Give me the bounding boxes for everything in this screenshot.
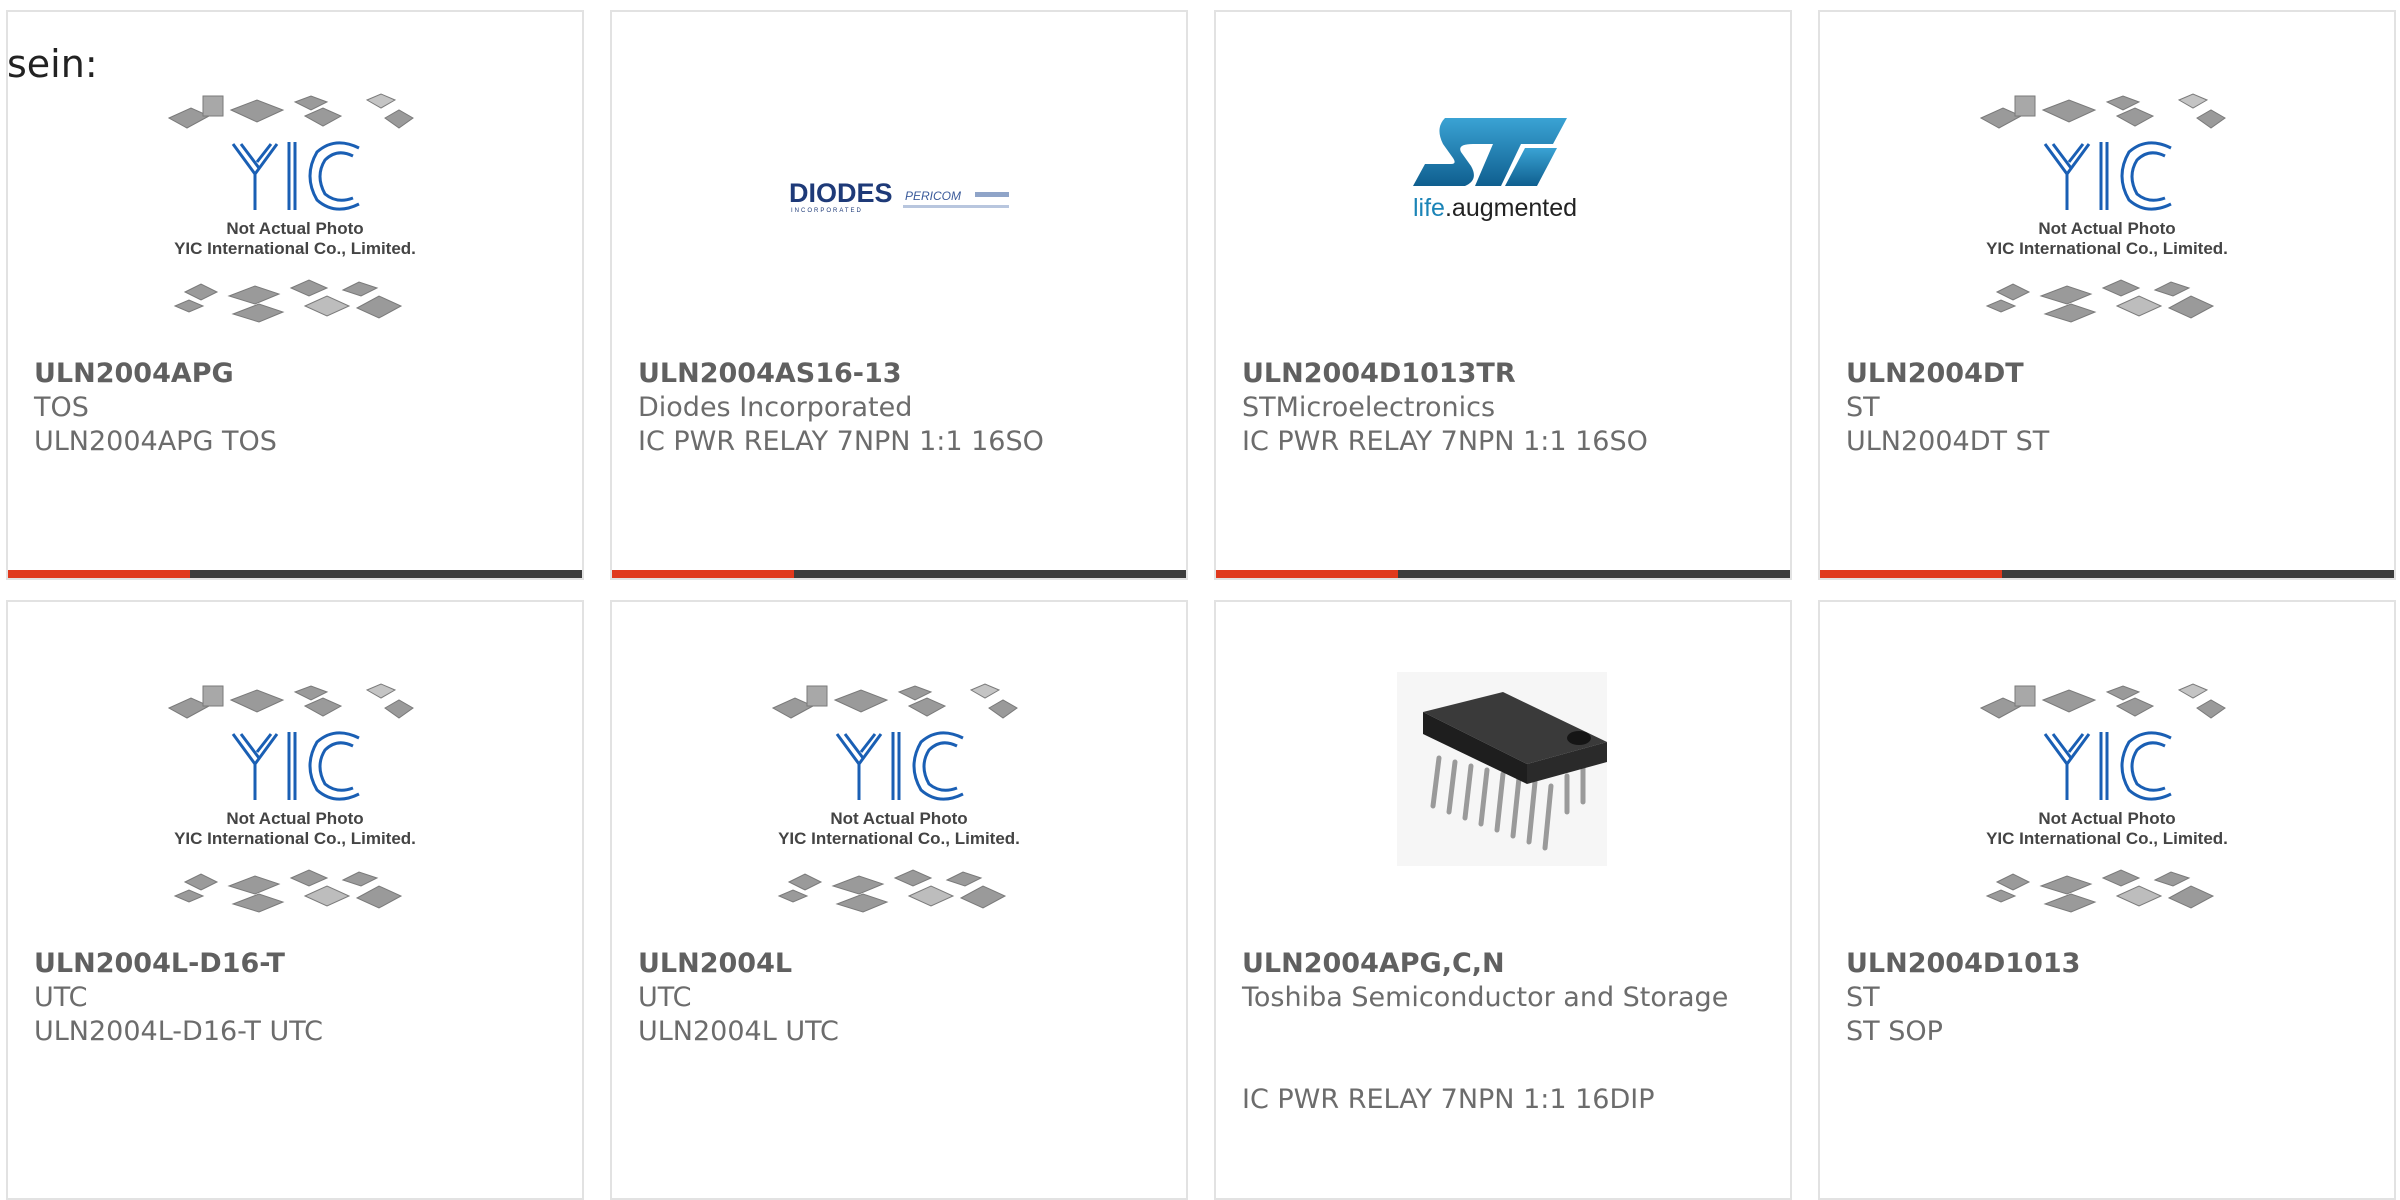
description: ST SOP <box>1846 1016 1943 1047</box>
yic-placeholder-image: Not Actual Photo YIC International Co., … <box>167 683 416 913</box>
product-card[interactable]: Not Actual Photo YIC International Co., … <box>610 600 1188 1200</box>
manufacturer: ST <box>1846 392 1880 423</box>
part-number[interactable]: ULN2004AS16-13 <box>638 357 902 391</box>
manufacturer: Toshiba Semiconductor and Storage <box>1242 982 1729 1013</box>
part-number[interactable]: ULN2004D1013TR <box>1242 357 1516 391</box>
intro-text: sein: <box>7 42 98 86</box>
st-logo: life.augmented <box>1413 118 1577 222</box>
not-actual-photo-text: Not Actual Photo <box>226 219 363 238</box>
card-bar-accent <box>8 570 190 578</box>
manufacturer: UTC <box>34 982 88 1013</box>
svg-text:INCORPORATED: INCORPORATED <box>791 208 863 214</box>
product-image[interactable]: Not Actual Photo YIC International Co., … <box>8 82 582 354</box>
yic-placeholder-image: Not Actual Photo YIC International Co., … <box>1979 93 2228 323</box>
product-card[interactable]: Not Actual Photo YIC International Co., … <box>1818 600 2396 1200</box>
description: ULN2004DT ST <box>1846 426 2050 457</box>
dip16-chip-photo <box>1397 672 1607 866</box>
part-number[interactable]: ULN2004L <box>638 947 792 981</box>
product-image[interactable]: Not Actual Photo YIC International Co., … <box>612 672 1186 944</box>
card-bar-accent <box>1820 570 2002 578</box>
card-bar <box>1820 570 2394 578</box>
yic-company-text: YIC International Co., Limited. <box>1986 239 2228 258</box>
description: ULN2004L-D16-T UTC <box>34 1016 324 1047</box>
manufacturer: TOS <box>34 392 89 423</box>
card-bar <box>8 570 582 578</box>
part-number[interactable]: ULN2004APG <box>34 357 234 391</box>
product-card[interactable]: DIODES INCORPORATED PERICOM ULN2004AS16-… <box>610 10 1188 580</box>
manufacturer: UTC <box>638 982 692 1013</box>
product-card[interactable]: Not Actual Photo YIC International Co., … <box>1818 10 2396 580</box>
description: ULN2004L UTC <box>638 1016 839 1047</box>
not-actual-photo-text: Not Actual Photo <box>2038 219 2175 238</box>
part-number[interactable]: ULN2004APG,C,N <box>1242 947 1505 981</box>
not-actual-photo-text: Not Actual Photo <box>226 809 363 828</box>
yic-placeholder-image: Not Actual Photo YIC International Co., … <box>1979 683 2228 913</box>
part-number[interactable]: ULN2004DT <box>1846 357 2024 391</box>
product-card[interactable]: Not Actual Photo YIC International Co., … <box>6 600 584 1200</box>
product-card[interactable]: life.augmented ULN2004D1013TR STMicroele… <box>1214 10 1792 580</box>
svg-text:life.augmented: life.augmented <box>1413 194 1577 222</box>
manufacturer: Diodes Incorporated <box>638 392 913 423</box>
card-bar-accent <box>612 570 794 578</box>
yic-company-text: YIC International Co., Limited. <box>174 239 416 258</box>
yic-company-text: YIC International Co., Limited. <box>1986 829 2228 848</box>
description: ULN2004APG TOS <box>34 426 277 457</box>
product-image[interactable] <box>1216 672 1790 944</box>
product-card[interactable]: Not Actual Photo YIC International Co., … <box>6 10 584 580</box>
card-bar-accent <box>1216 570 1398 578</box>
part-number[interactable]: ULN2004L-D16-T <box>34 947 285 981</box>
not-actual-photo-text: Not Actual Photo <box>830 809 967 828</box>
diodes-logo: DIODES INCORPORATED PERICOM <box>789 178 1009 214</box>
card-bar <box>612 570 1186 578</box>
product-image[interactable]: life.augmented <box>1216 82 1790 354</box>
manufacturer: ST <box>1846 982 1880 1013</box>
yic-company-text: YIC International Co., Limited. <box>174 829 416 848</box>
svg-text:DIODES: DIODES <box>789 178 893 208</box>
description: IC PWR RELAY 7NPN 1:1 16SO <box>638 426 1044 457</box>
product-image[interactable]: Not Actual Photo YIC International Co., … <box>1820 672 2394 944</box>
not-actual-photo-text: Not Actual Photo <box>2038 809 2175 828</box>
product-image[interactable]: Not Actual Photo YIC International Co., … <box>8 672 582 944</box>
yic-placeholder-image: Not Actual Photo YIC International Co., … <box>167 93 416 323</box>
svg-text:PERICOM: PERICOM <box>905 189 961 203</box>
manufacturer: STMicroelectronics <box>1242 392 1496 423</box>
card-bar <box>1216 570 1790 578</box>
description: IC PWR RELAY 7NPN 1:1 16SO <box>1242 426 1648 457</box>
yic-placeholder-image: Not Actual Photo YIC International Co., … <box>771 683 1020 913</box>
product-card[interactable]: ULN2004APG,C,N Toshiba Semiconductor and… <box>1214 600 1792 1200</box>
product-image[interactable]: DIODES INCORPORATED PERICOM <box>612 82 1186 354</box>
part-number[interactable]: ULN2004D1013 <box>1846 947 2080 981</box>
product-image[interactable]: Not Actual Photo YIC International Co., … <box>1820 82 2394 354</box>
description: IC PWR RELAY 7NPN 1:1 16DIP <box>1242 1084 1655 1115</box>
yic-company-text: YIC International Co., Limited. <box>778 829 1020 848</box>
